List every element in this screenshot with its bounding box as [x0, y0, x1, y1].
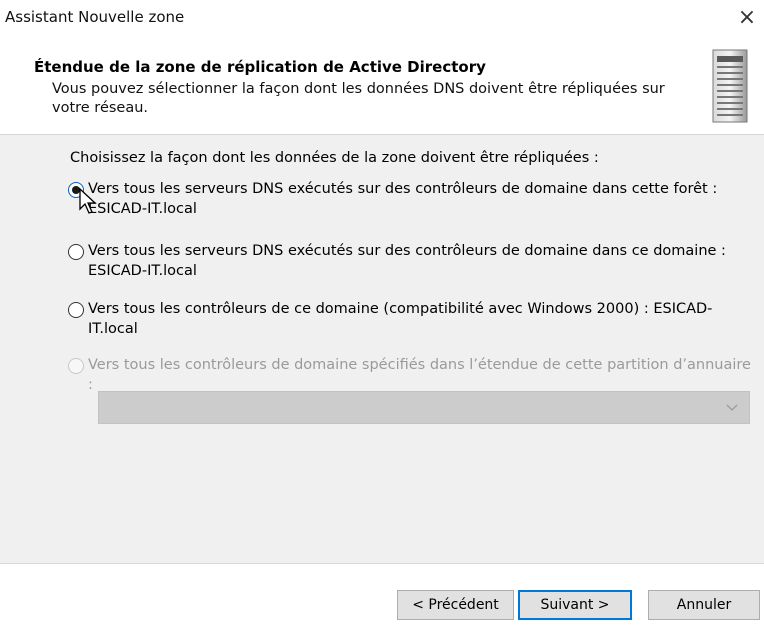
title-bar: Assistant Nouvelle zone ×	[0, 0, 764, 36]
header-title: Étendue de la zone de réplication de Act…	[34, 58, 486, 76]
window-title: Assistant Nouvelle zone	[5, 8, 185, 26]
chevron-down-icon	[725, 400, 739, 416]
back-button[interactable]: < Précédent	[397, 590, 514, 620]
cancel-button[interactable]: Annuler	[648, 590, 760, 620]
server-icon	[712, 49, 748, 123]
option-forest-label: Vers tous les serveurs DNS exécutés sur …	[88, 181, 718, 217]
radio-win2000[interactable]	[68, 302, 84, 318]
mouse-cursor-icon	[79, 187, 97, 214]
close-icon[interactable]: ×	[732, 3, 762, 33]
footer-separator	[0, 563, 764, 564]
option-domain-label: Vers tous les serveurs DNS exécutés sur …	[88, 243, 726, 279]
wizard-content: Choisissez la façon dont les données de …	[0, 135, 764, 563]
radio-partition	[68, 358, 84, 374]
partition-select	[98, 391, 750, 424]
wizard-header: Étendue de la zone de réplication de Act…	[0, 36, 764, 135]
header-description: Vous pouvez sélectionner la façon dont l…	[52, 81, 665, 116]
radio-domain[interactable]	[68, 244, 84, 260]
option-partition-label: Vers tous les contrôleurs de domaine spé…	[88, 357, 751, 393]
replication-prompt: Choisissez la façon dont les données de …	[70, 150, 599, 166]
next-button[interactable]: Suivant >	[518, 590, 632, 620]
option-win2000-label: Vers tous les contrôleurs de ce domaine …	[88, 301, 713, 337]
